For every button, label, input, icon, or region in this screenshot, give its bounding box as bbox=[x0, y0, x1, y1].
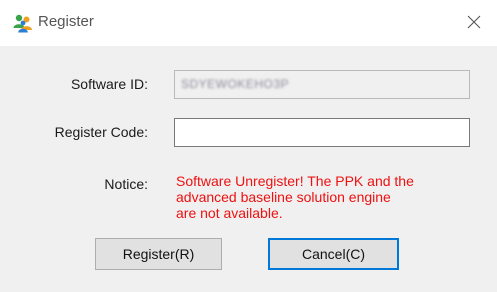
notice-label: Notice: bbox=[104, 176, 148, 192]
cancel-button[interactable]: Cancel(C) bbox=[268, 238, 399, 270]
close-icon bbox=[467, 15, 481, 32]
notice-message: Software Unregister! The PPK and the adv… bbox=[176, 173, 486, 221]
notice-line-2: advanced baseline solution engine bbox=[176, 189, 391, 205]
register-dialog: Register Software ID: SDYEWOKEHO3P Regis… bbox=[0, 0, 497, 292]
window-title: Register bbox=[38, 13, 94, 30]
register-users-icon bbox=[12, 12, 34, 34]
notice-line-3: are not available. bbox=[176, 205, 283, 221]
software-id-field[interactable]: SDYEWOKEHO3P bbox=[174, 70, 470, 99]
register-code-label: Register Code: bbox=[54, 124, 148, 140]
software-id-label: Software ID: bbox=[70, 76, 148, 92]
close-button[interactable] bbox=[451, 0, 497, 46]
register-button[interactable]: Register(R) bbox=[95, 238, 222, 270]
software-id-value: SDYEWOKEHO3P bbox=[181, 77, 290, 91]
register-code-input[interactable] bbox=[174, 118, 470, 147]
dialog-body: Software ID: SDYEWOKEHO3P Register Code:… bbox=[0, 46, 497, 292]
notice-line-1: Software Unregister! The PPK and the bbox=[176, 173, 414, 189]
title-bar[interactable]: Register bbox=[0, 0, 497, 46]
